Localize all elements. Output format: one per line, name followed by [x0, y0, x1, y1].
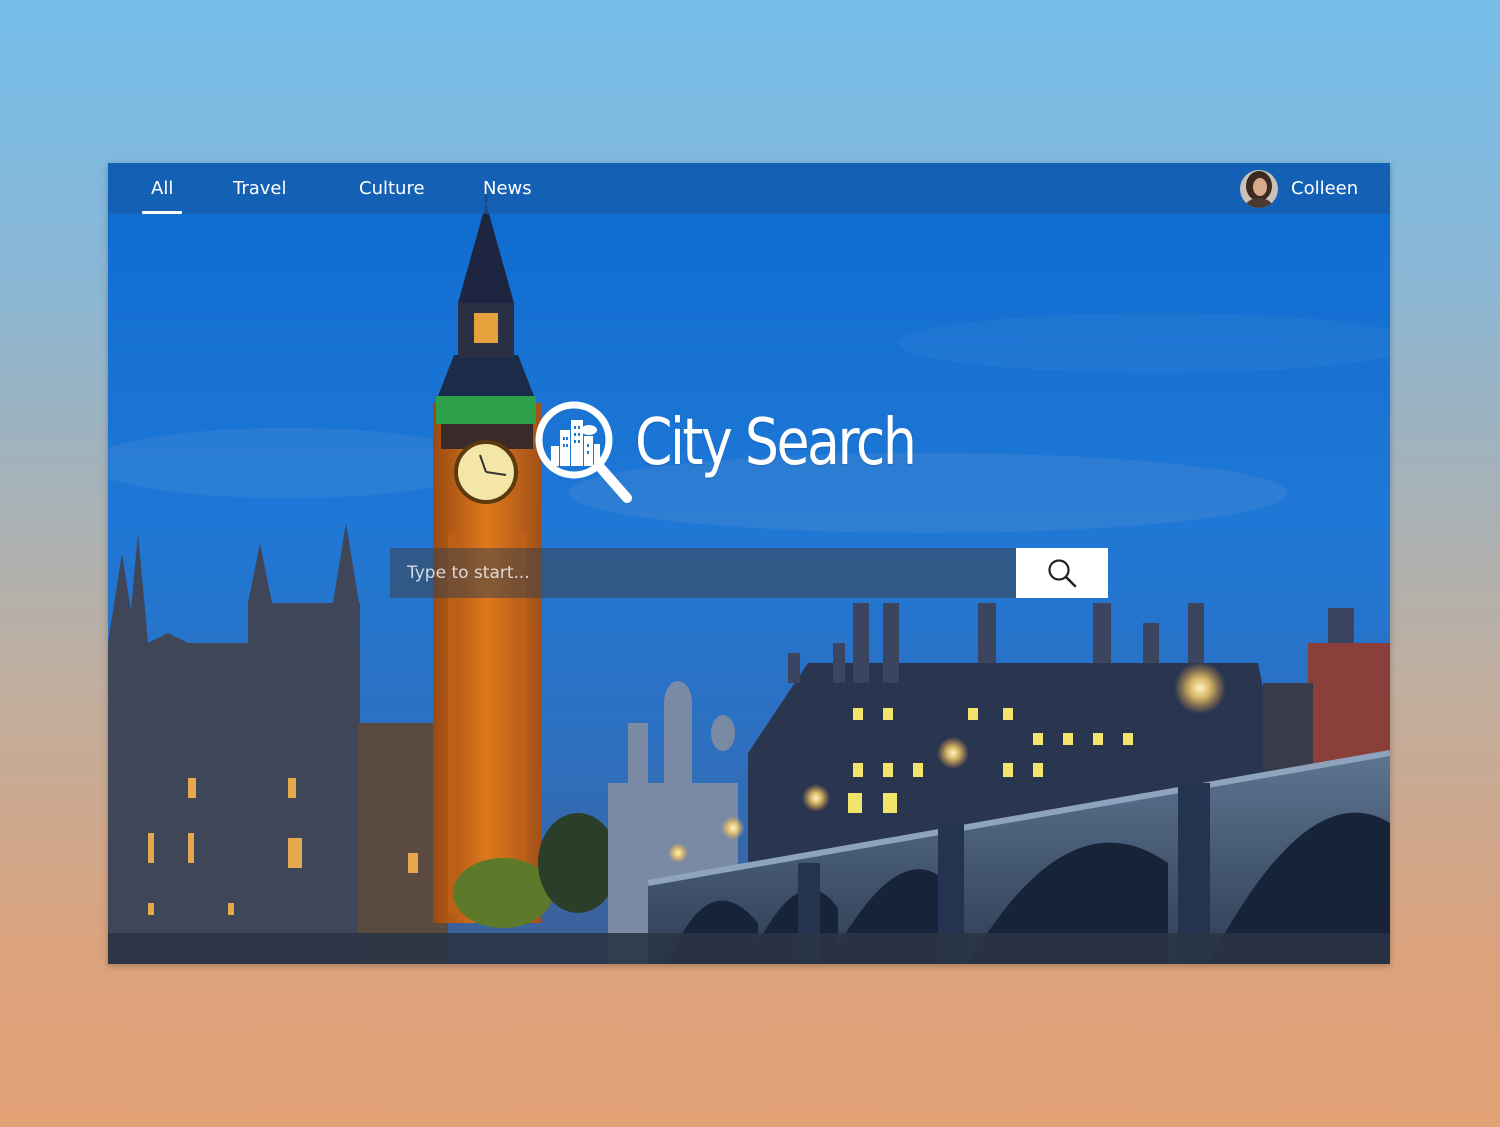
- app-window: All Travel Culture News Colleen City Sea…: [108, 163, 1390, 964]
- user-name: Colleen: [1291, 178, 1359, 199]
- avatar[interactable]: [1240, 170, 1278, 208]
- search-icon: [1048, 559, 1077, 588]
- search-bar: [390, 548, 1108, 598]
- tab-travel[interactable]: Travel: [233, 177, 287, 214]
- city-magnifier-icon: [535, 401, 632, 503]
- tab-culture[interactable]: Culture: [359, 177, 425, 214]
- brand-logo: City Search: [533, 397, 968, 507]
- user-menu[interactable]: Colleen: [1240, 170, 1358, 208]
- search-input[interactable]: [390, 548, 1016, 598]
- top-nav-bar: All Travel Culture News Colleen: [108, 163, 1390, 214]
- app-title: City Search: [635, 406, 917, 480]
- search-button[interactable]: [1016, 548, 1108, 598]
- tab-all[interactable]: All: [141, 177, 183, 214]
- tab-news[interactable]: News: [483, 177, 532, 214]
